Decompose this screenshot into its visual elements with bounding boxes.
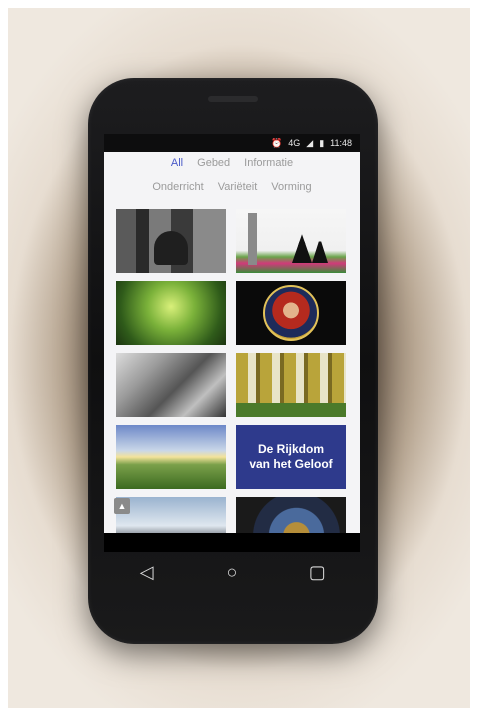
battery-icon: ▮ [319, 137, 325, 148]
procession-silhouette-photo[interactable] [236, 209, 346, 273]
status-bar: ⏰ 4G ◢ ▮ 11:48 [104, 134, 360, 152]
hardware-nav-bar: ◁ ○ ▢ [104, 552, 360, 592]
network-label: 4G [288, 137, 301, 148]
status-time: 11:48 [330, 138, 352, 148]
screen-bottom-bar [104, 533, 360, 552]
bell-tower-photo[interactable] [116, 209, 226, 273]
tab-all[interactable]: All [171, 157, 183, 169]
signal-icon: ◢ [306, 137, 314, 148]
tree-canopy-photo[interactable] [116, 281, 226, 345]
sunset-field-photo[interactable] [116, 425, 226, 489]
category-tabs-row-1: All Gebed Informatie [104, 152, 360, 174]
home-circle-icon[interactable]: ○ [217, 562, 247, 583]
promo-line-2: van het Geloof [249, 457, 333, 471]
mosaic-saints-photo[interactable] [236, 353, 346, 417]
tab-varieteit[interactable]: Variëteit [218, 181, 258, 193]
recents-square-icon[interactable]: ▢ [302, 562, 332, 583]
classroom-photo[interactable] [116, 353, 226, 417]
smartphone-device: ⏰ 4G ◢ ▮ 11:48 All Gebed Informatie Onde… [88, 78, 378, 644]
promo-card[interactable]: De Rijkdom van het Geloof [236, 425, 346, 489]
phone-screen: ⏰ 4G ◢ ▮ 11:48 All Gebed Informatie Onde… [104, 134, 360, 552]
tab-vorming[interactable]: Vorming [271, 181, 311, 193]
tab-onderricht[interactable]: Onderricht [152, 181, 203, 193]
christ-medallion-painting[interactable] [236, 281, 346, 345]
alarm-icon: ⏰ [271, 137, 283, 148]
medallion-icon [263, 285, 319, 341]
back-triangle-icon[interactable]: ◁ [132, 562, 162, 583]
tab-informatie[interactable]: Informatie [244, 157, 293, 169]
category-tabs-row-2: Onderricht Variëteit Vorming [104, 176, 360, 198]
earpiece-speaker [208, 96, 258, 102]
content-grid: De Rijkdom van het Geloof [116, 209, 348, 552]
promo-line-1: De Rijkdom [257, 442, 324, 456]
tab-gebed[interactable]: Gebed [197, 157, 230, 169]
chevron-up-icon[interactable]: ▲ [114, 498, 130, 514]
